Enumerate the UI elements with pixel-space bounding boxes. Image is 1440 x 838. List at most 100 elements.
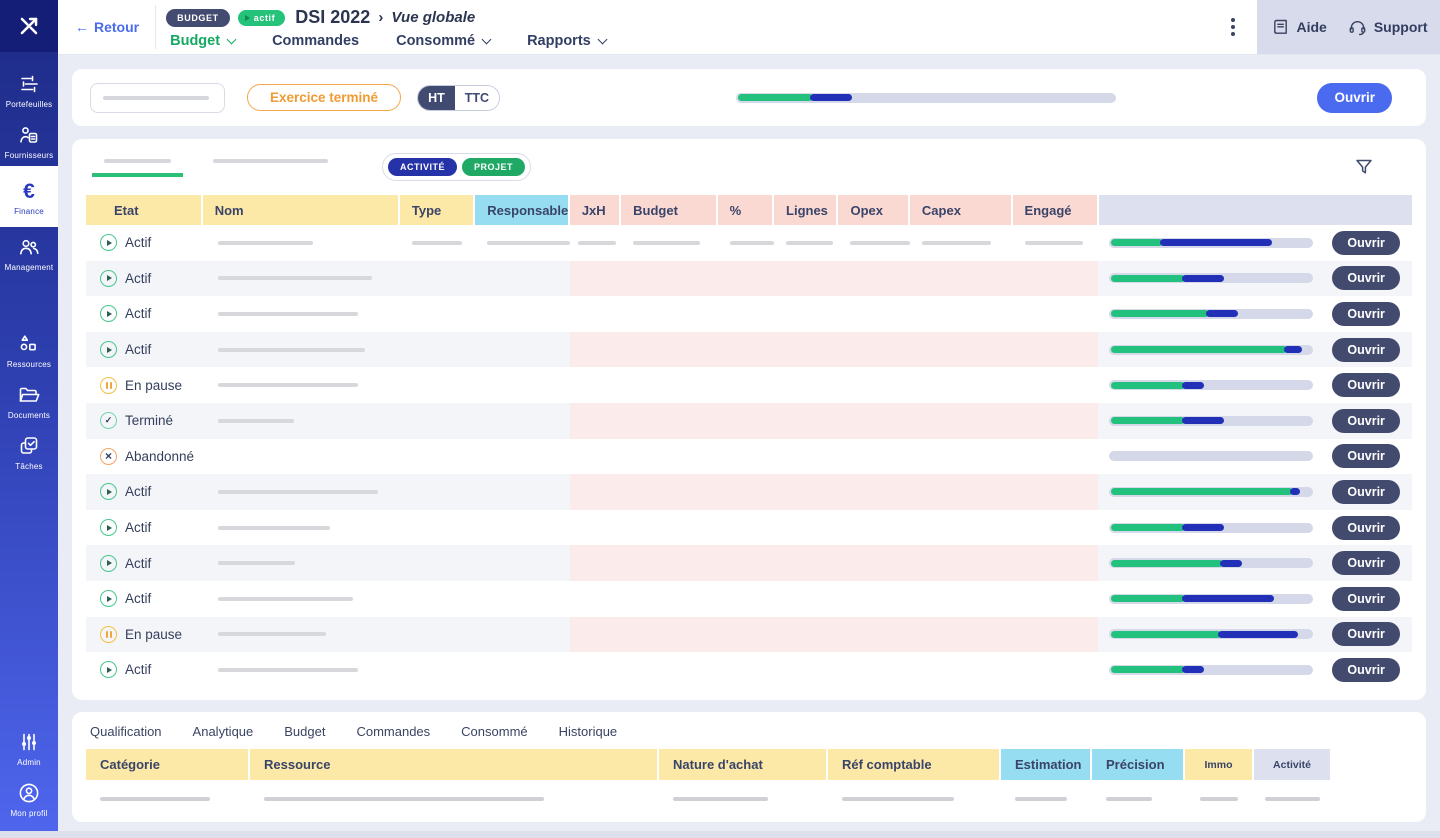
status-play-icon	[100, 483, 117, 500]
detail-tab-analytique[interactable]: Analytique	[193, 724, 254, 739]
column-header-responsable[interactable]: Responsable	[475, 195, 570, 225]
status-label: Abandonné	[125, 449, 194, 464]
toggle-option-ht[interactable]: HT	[418, 86, 455, 110]
cell-budget	[621, 261, 718, 297]
view-tab-2[interactable]	[201, 153, 340, 173]
project-pill[interactable]: PROJET	[462, 158, 525, 176]
cell-budget	[621, 510, 718, 546]
open-row-button[interactable]: Ouvrir	[1332, 658, 1400, 682]
progress-consumed-segment	[1111, 595, 1185, 602]
cell-nom	[203, 545, 400, 581]
open-row-button[interactable]: Ouvrir	[1332, 622, 1400, 646]
tab-budget[interactable]: Budget	[170, 33, 235, 55]
column-header-lignes[interactable]: Lignes	[774, 195, 838, 225]
column-header-type[interactable]: Type	[400, 195, 475, 225]
open-row-button[interactable]: Ouvrir	[1332, 480, 1400, 504]
open-row-button[interactable]: Ouvrir	[1332, 338, 1400, 362]
detail-tab-qualification[interactable]: Qualification	[90, 724, 162, 739]
cell-nom	[203, 652, 400, 688]
column-header-etat[interactable]: Etat	[86, 195, 203, 225]
open-exercise-button[interactable]: Ouvrir	[1317, 83, 1392, 113]
cell-etat: Actif	[86, 510, 203, 546]
exercise-status-badge[interactable]: Exercice terminé	[247, 84, 401, 111]
bottom-scrollbar-track[interactable]	[0, 831, 1440, 838]
cell-budget	[621, 439, 718, 475]
tab-commandes[interactable]: Commandes	[272, 33, 359, 55]
exercise-name-field[interactable]	[90, 83, 225, 113]
detail-column-header-nature-d-achat[interactable]: Nature d'achat	[659, 749, 828, 780]
tab-rapports[interactable]: Rapports	[527, 33, 606, 55]
detail-tab-consomme[interactable]: Consommé	[461, 724, 527, 739]
cell-progress: Ouvrir	[1099, 403, 1412, 439]
detail-column-header-ref-comptable[interactable]: Réf comptable	[828, 749, 1001, 780]
column-header-budget[interactable]: Budget	[621, 195, 718, 225]
open-row-button[interactable]: Ouvrir	[1332, 587, 1400, 611]
header-tabs: Budget Commandes Consommé Rapports	[166, 33, 1209, 55]
detail-tab-commandes[interactable]: Commandes	[356, 724, 430, 739]
cell-opex	[838, 261, 909, 297]
column-header-engage[interactable]: Engagé	[1013, 195, 1099, 225]
cell-nom	[203, 403, 400, 439]
ht-ttc-toggle[interactable]: HT TTC	[417, 85, 500, 111]
tab-consomme[interactable]: Consommé	[396, 33, 490, 55]
detail-tab-budget[interactable]: Budget	[284, 724, 325, 739]
detail-column-header-estimation[interactable]: Estimation	[1001, 749, 1092, 780]
sidebar-item-management[interactable]: Management	[0, 227, 58, 278]
activity-pill[interactable]: ACTIVITÉ	[388, 158, 457, 176]
open-row-button[interactable]: Ouvrir	[1332, 516, 1400, 540]
cell-opex	[838, 474, 909, 510]
open-row-button[interactable]: Ouvrir	[1332, 551, 1400, 575]
detail-tab-historique[interactable]: Historique	[559, 724, 618, 739]
open-row-button[interactable]: Ouvrir	[1332, 409, 1400, 433]
column-header-jxh[interactable]: JxH	[570, 195, 621, 225]
detail-column-header-ressource[interactable]: Ressource	[250, 749, 659, 780]
cell-responsable	[475, 332, 570, 368]
value-placeholder	[1025, 241, 1083, 245]
help-button[interactable]: Aide	[1270, 17, 1327, 38]
column-header-capex[interactable]: Capex	[910, 195, 1013, 225]
sidebar-item-mon-profil[interactable]: Mon profil	[0, 773, 58, 824]
filter-button[interactable]	[1352, 155, 1378, 181]
cell-opex	[838, 652, 909, 688]
page-title: DSI 2022	[295, 7, 370, 28]
view-tab-1[interactable]	[92, 153, 183, 177]
cell-budget	[621, 403, 718, 439]
open-row-button[interactable]: Ouvrir	[1332, 302, 1400, 326]
detail-cell-precision	[1092, 797, 1185, 801]
sidebar-item-finance[interactable]: €Finance	[0, 166, 58, 227]
toggle-option-ttc[interactable]: TTC	[455, 86, 499, 110]
progress-consumed-segment	[1111, 275, 1185, 282]
cell-lignes	[774, 439, 838, 475]
detail-column-header-activite[interactable]: Activité	[1254, 749, 1332, 780]
column-header-nom[interactable]: Nom	[203, 195, 400, 225]
sidebar-item-admin[interactable]: Admin	[0, 722, 58, 773]
cell-capex	[910, 403, 1013, 439]
column-header-progress[interactable]	[1099, 195, 1412, 225]
sidebar-item-taches[interactable]: Tâches	[0, 426, 58, 477]
column-header-opex[interactable]: Opex	[838, 195, 909, 225]
support-button[interactable]: Support	[1347, 17, 1428, 38]
status-cross-icon: ×	[100, 448, 117, 465]
sidebar-item-portefeuilles[interactable]: Portefeuilles	[0, 64, 58, 115]
status-badge: actif	[238, 10, 286, 26]
detail-column-header-categorie[interactable]: Catégorie	[86, 749, 250, 780]
detail-column-header-immo[interactable]: Immo	[1185, 749, 1254, 780]
detail-cell-ref-comptable	[828, 797, 1001, 801]
sidebar-item-documents[interactable]: Documents	[0, 375, 58, 426]
open-row-button[interactable]: Ouvrir	[1332, 444, 1400, 468]
open-row-button[interactable]: Ouvrir	[1332, 266, 1400, 290]
sidebar-item-fournisseurs[interactable]: Fournisseurs	[0, 115, 58, 166]
back-link[interactable]: ← Retour	[58, 0, 155, 54]
kebab-menu-icon[interactable]	[1209, 0, 1257, 54]
cell-opex	[838, 367, 909, 403]
cell-lignes	[774, 332, 838, 368]
sidebar-item-ressources[interactable]: Ressources	[0, 324, 58, 375]
row-progress-bar	[1109, 345, 1313, 355]
app-logo[interactable]	[0, 0, 58, 52]
column-header--[interactable]: %	[718, 195, 774, 225]
detail-column-header-precision[interactable]: Précision	[1092, 749, 1185, 780]
open-row-button[interactable]: Ouvrir	[1332, 231, 1400, 255]
status-label: Actif	[125, 342, 151, 357]
open-row-button[interactable]: Ouvrir	[1332, 373, 1400, 397]
cell-progress: Ouvrir	[1099, 545, 1412, 581]
